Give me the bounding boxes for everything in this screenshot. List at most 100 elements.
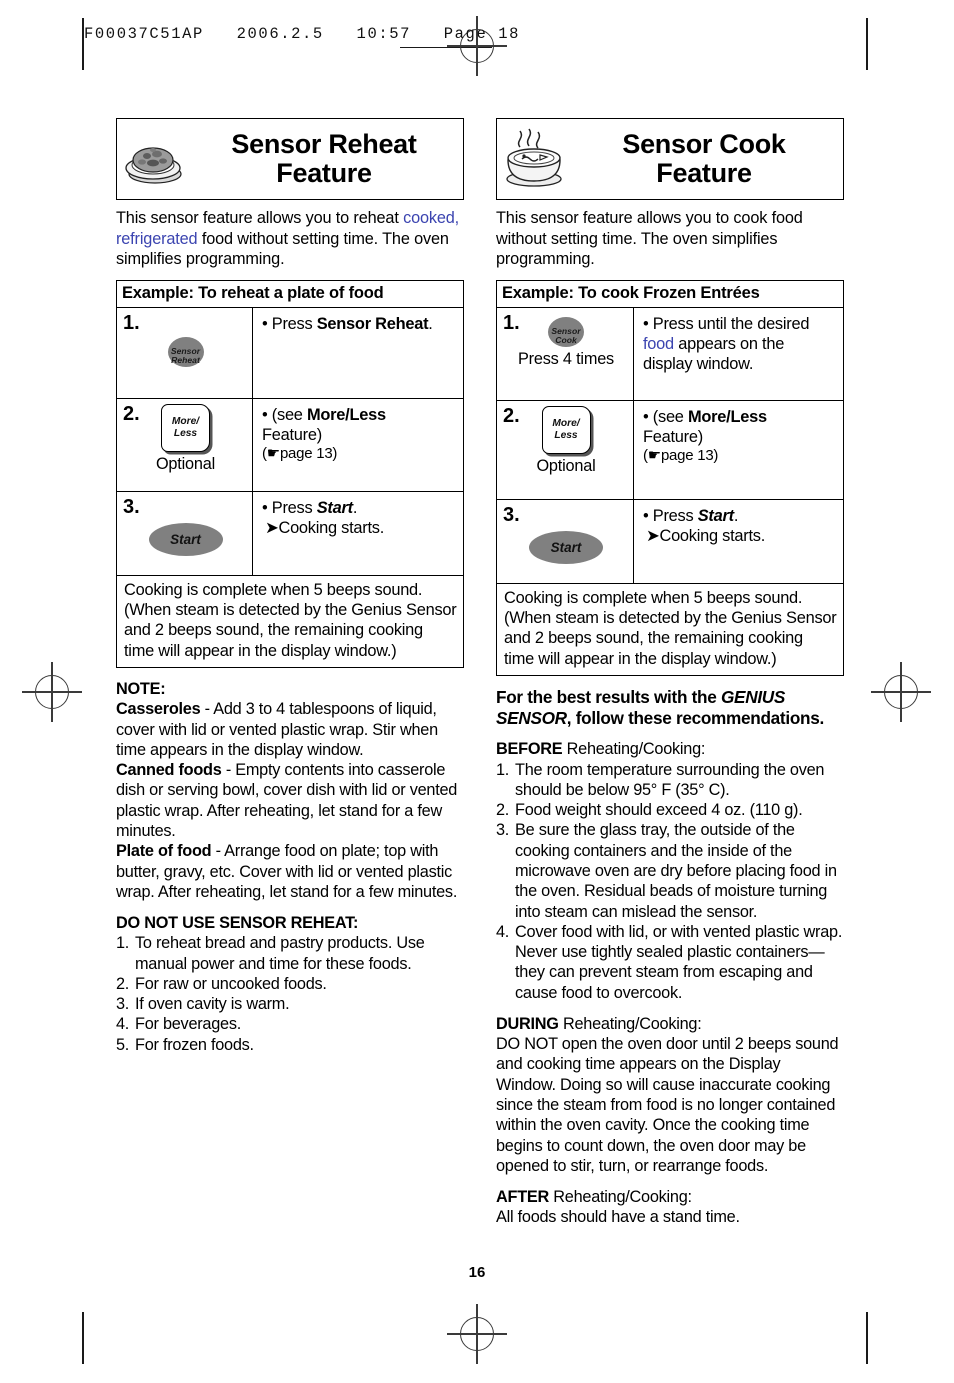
step-number: 3. — [123, 495, 140, 518]
instruction-line1: • Press until the desired — [643, 314, 810, 333]
during-heading: DURING Reheating/Cooking: — [496, 1014, 702, 1033]
instruction-line3-page-ref: (☛page 13) — [643, 447, 719, 465]
sensor-cook-pad-button[interactable]: Sensor Cook — [548, 316, 584, 347]
print-slug: F00037C51AP 2006.2.5 10:57 Page 18 — [84, 25, 521, 43]
intro-part1: This sensor feature allows you to reheat — [116, 209, 404, 227]
trim-mark-left-bottom — [82, 1312, 84, 1364]
during-text: DO NOT open the oven door until 2 beeps … — [496, 1035, 839, 1175]
right-example-caption: Example: To cook Frozen Entrées — [496, 279, 844, 308]
optional-caption: Optional — [536, 456, 596, 475]
list-item: 4. For beverages. — [116, 1015, 242, 1034]
trim-mark-right-top — [866, 18, 868, 70]
list-item: 3. If oven cavity is warm. — [116, 995, 290, 1014]
step-1-control-cell: 1. Sensor Reheat — [117, 307, 253, 398]
step-3-control-cell: 3. Start — [117, 491, 253, 575]
list-item: 5. For frozen foods. — [116, 1035, 254, 1054]
registration-mark-bottom — [447, 1304, 507, 1364]
left-result-note: Cooking is complete when 5 beeps sound. … — [116, 575, 464, 668]
table-row: 1. Sensor Reheat • Press Sensor Reheat. — [117, 307, 463, 398]
left-example-caption: Example: To reheat a plate of food — [116, 279, 464, 308]
do-not-use-heading: DO NOT USE SENSOR REHEAT: — [116, 914, 359, 933]
banner-title-line2: Feature — [656, 158, 752, 188]
step-3-control-cell: 3. Start — [497, 499, 634, 583]
table-row: 2. More/ Less Optional • (see More/Less … — [117, 397, 463, 491]
right-result-note: Cooking is complete when 5 beeps sound. … — [496, 583, 844, 676]
instruction-tail: . — [428, 314, 433, 333]
sensor-reheat-title: Sensor Reheat Feature — [191, 130, 463, 187]
pad-label-line2: Less — [554, 429, 578, 441]
step-1-control-cell: 1. Sensor Cook Press 4 times — [497, 307, 634, 400]
instruction-line1: • (see More/Less — [643, 407, 767, 426]
step-number: 1. — [123, 311, 140, 334]
after-block: AFTER Reheating/Cooking: All foods shoul… — [496, 1187, 844, 1228]
sensor-cook-title: Sensor Cook Feature — [571, 130, 843, 187]
step-2-instruction-cell: • (see More/Less Feature) (☛page 13) — [634, 401, 843, 499]
registration-mark-left — [22, 662, 82, 722]
instruction-line1: • Press Start. — [643, 506, 739, 525]
left-note-block: NOTE: Casseroles - Add 3 to 4 tablespoon… — [116, 679, 464, 902]
registration-mark-right — [871, 662, 931, 722]
press-times-caption: Press 4 times — [517, 349, 615, 368]
left-steps-table: 1. Sensor Reheat • Press Sensor Reheat. 2… — [116, 307, 464, 576]
left-column: Sensor Reheat Feature This sensor featur… — [116, 118, 464, 1055]
table-row: 2. More/ Less Optional • (see More/Less … — [497, 399, 843, 499]
right-steps-table: 1. Sensor Cook Press 4 times • Press unti… — [496, 307, 844, 584]
instruction-line3-page-ref: (☛page 13) — [262, 445, 338, 463]
right-column: Sensor Cook Feature This sensor feature … — [496, 118, 844, 1228]
pad-label-line1: More/ — [552, 417, 580, 429]
table-row: 3. Start • Press Start. ➤Cooking starts. — [117, 490, 463, 575]
table-row: 3. Start • Press Start. ➤Cooking starts. — [497, 498, 843, 583]
sensor-reheat-pad-button[interactable]: Sensor Reheat — [167, 336, 204, 367]
after-text: All foods should have a stand time. — [496, 1208, 740, 1227]
instruction-prefix: • Press — [262, 314, 317, 333]
instruction-line3: display window. — [643, 355, 754, 374]
trim-mark-right-bottom — [866, 1312, 868, 1364]
sensor-reheat-banner: Sensor Reheat Feature — [116, 118, 464, 200]
list-item: 4. Cover food with lid, or with vented pl… — [496, 922, 843, 1002]
instruction-line1: • (see More/Less — [262, 405, 386, 424]
table-row: 1. Sensor Cook Press 4 times • Press unti… — [497, 307, 843, 400]
sensor-cook-banner: Sensor Cook Feature — [496, 118, 844, 200]
left-intro-paragraph: This sensor feature allows you to reheat… — [116, 208, 464, 270]
list-item: 2. Food weight should exceed 4 oz. (110 g… — [496, 801, 803, 820]
pad-label-line1: More/ — [171, 415, 200, 427]
step-number: 3. — [503, 503, 520, 526]
before-block: BEFORE Reheating/Cooking: 1. The room tem… — [496, 739, 844, 1003]
note-item-casseroles: Casseroles - Add 3 to 4 tablespoons of l… — [116, 700, 438, 759]
best-results-heading: For the best results with the GENIUS SEN… — [496, 686, 824, 728]
step-2-control-cell: 2. More/ Less Optional — [117, 398, 253, 491]
do-not-use-list: 1. To reheat bread and pastry products. U… — [116, 933, 464, 1055]
instruction-line1: • Press Start. — [262, 498, 358, 517]
banner-title-line2: Feature — [276, 158, 372, 188]
more-less-pad-button[interactable]: More/ Less — [541, 405, 591, 454]
pad-label-line2: Less — [173, 427, 198, 439]
right-intro-paragraph: This sensor feature allows you to cook f… — [496, 209, 803, 269]
do-not-use-block: DO NOT USE SENSOR REHEAT: 1. To reheat br… — [116, 913, 464, 1055]
note-item-plate-of-food: Plate of food - Arrange food on plate; t… — [116, 842, 458, 901]
start-pad-button[interactable]: Start — [148, 522, 223, 556]
page-number: 16 — [468, 1264, 486, 1281]
start-pad-button[interactable]: Start — [529, 530, 603, 564]
note-heading: NOTE: — [116, 679, 166, 698]
optional-caption: Optional — [155, 454, 216, 473]
pad-label: Sensor Cook — [551, 326, 581, 346]
instruction-line2: Feature) — [643, 427, 703, 446]
instruction-line2: ➤Cooking starts. — [265, 518, 385, 537]
step-3-instruction-cell: • Press Start. ➤Cooking starts. — [634, 500, 843, 583]
list-item: 1. The room temperature surrounding the o… — [496, 760, 825, 799]
step-2-control-cell: 2. More/ Less Optional — [497, 400, 634, 499]
instruction-bold: Sensor Reheat — [316, 314, 429, 333]
banner-title-line1: Sensor Cook — [622, 129, 786, 160]
list-item: 3. Be sure the glass tray, the outside of… — [496, 821, 837, 921]
pad-label: Sensor Reheat — [170, 346, 201, 366]
after-heading: AFTER Reheating/Cooking: — [496, 1188, 692, 1207]
instruction-line2: food appears on the — [643, 334, 785, 353]
more-less-pad-button[interactable]: More/ Less — [161, 403, 210, 452]
step-3-instruction-cell: • Press Start. ➤Cooking starts. — [253, 492, 463, 575]
list-item: 1. To reheat bread and pastry products. U… — [116, 934, 425, 973]
instruction-line2: ➤Cooking starts. — [646, 526, 766, 545]
note-item-canned-foods: Canned foods - Empty contents into casse… — [116, 761, 458, 840]
step-1-instruction-cell: • Press until the desired food appears o… — [634, 308, 843, 400]
before-list: 1. The room temperature surrounding the o… — [496, 760, 844, 1003]
during-block: DURING Reheating/Cooking: DO NOT open th… — [496, 1014, 844, 1176]
